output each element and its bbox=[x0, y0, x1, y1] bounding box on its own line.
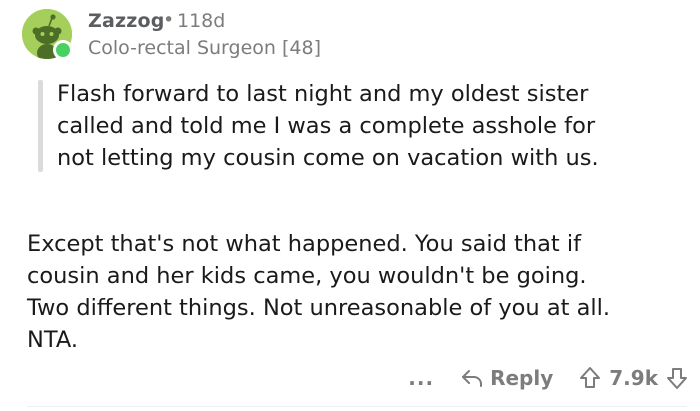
blockquote-text: Flash forward to last night and my oldes… bbox=[57, 81, 599, 171]
comment-body: Except that's not what happened. You sai… bbox=[27, 231, 611, 353]
meta-separator: • bbox=[163, 9, 175, 31]
user-flair: Colo-rectal Surgeon [48] bbox=[88, 37, 321, 59]
reply-label: Reply bbox=[490, 366, 554, 390]
vote-score: 7.9k bbox=[609, 366, 658, 390]
upvote-button[interactable] bbox=[579, 366, 601, 390]
downvote-arrow-icon bbox=[666, 366, 688, 390]
comment-card: Zazzog • 118d Colo-rectal Surgeon [48] F… bbox=[0, 0, 700, 411]
reply-arrow-icon bbox=[460, 367, 484, 389]
online-status-dot bbox=[53, 40, 73, 60]
downvote-button[interactable] bbox=[666, 366, 688, 390]
comment-actions: ... Reply 7.9k bbox=[408, 362, 688, 394]
comment-age: 118d bbox=[177, 10, 226, 32]
blockquote-bar bbox=[38, 80, 43, 172]
comment-author[interactable]: Zazzog bbox=[88, 10, 165, 32]
reply-button[interactable]: Reply bbox=[460, 366, 553, 390]
comment-divider bbox=[27, 406, 687, 407]
more-options-button[interactable]: ... bbox=[408, 366, 434, 390]
upvote-arrow-icon bbox=[579, 366, 601, 390]
user-avatar[interactable] bbox=[22, 9, 73, 60]
